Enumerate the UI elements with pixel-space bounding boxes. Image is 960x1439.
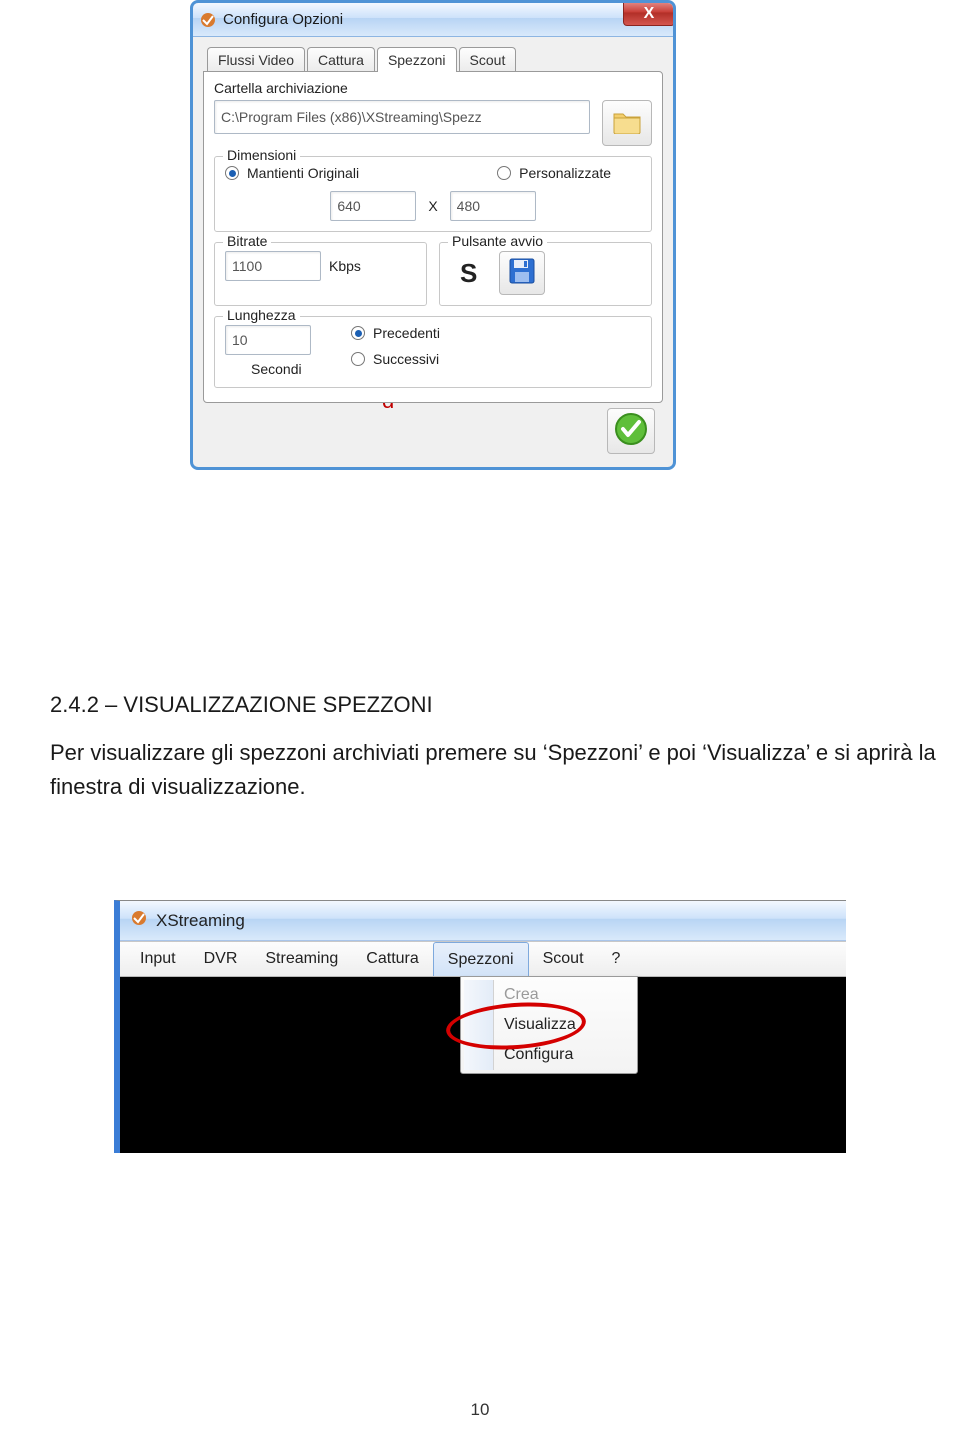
pulsante-avvio-fieldset: Pulsante avvio S: [439, 242, 652, 306]
tab-cattura[interactable]: Cattura: [307, 47, 375, 72]
radio-precedenti-label: Precedenti: [373, 325, 440, 341]
lunghezza-unit: Secondi: [251, 361, 311, 377]
tab-scout[interactable]: Scout: [459, 47, 517, 72]
content-area: Crea Visualizza Configura: [120, 977, 846, 1153]
xstreaming-window: XStreaming Input DVR Streaming Cattura S…: [114, 900, 846, 1153]
spezzoni-dropdown: Crea Visualizza Configura: [460, 976, 638, 1074]
pulsante-legend: Pulsante avvio: [448, 233, 547, 249]
xstreaming-titlebar: XStreaming: [120, 901, 846, 941]
archive-path-input[interactable]: [214, 100, 590, 134]
titlebar: Configura Opzioni X: [193, 3, 673, 37]
section-heading: 2.4.2 – VISUALIZZAZIONE SPEZZONI: [50, 692, 950, 718]
folder-icon: [612, 108, 642, 139]
app-icon: [130, 909, 148, 932]
ok-button[interactable]: [607, 408, 655, 454]
radio-precedenti[interactable]: [351, 326, 365, 340]
radio-successivi[interactable]: [351, 352, 365, 366]
lunghezza-fieldset: Lunghezza Secondi Precedenti: [214, 316, 652, 388]
xstreaming-title: XStreaming: [156, 911, 245, 931]
radio-mantieni-label: Mantienti Originali: [247, 165, 359, 181]
dimensioni-legend: Dimensioni: [223, 147, 300, 163]
bitrate-input[interactable]: [225, 251, 321, 281]
menu-spezzoni[interactable]: Spezzoni: [433, 942, 529, 976]
radio-mantieni-originali[interactable]: [225, 166, 239, 180]
menu-input[interactable]: Input: [126, 942, 190, 976]
page-number: 10: [0, 1400, 960, 1420]
section-2-4-2: 2.4.2 – VISUALIZZAZIONE SPEZZONI Per vis…: [50, 692, 950, 804]
menubar: Input DVR Streaming Cattura Spezzoni Sco…: [120, 941, 846, 977]
menu-streaming[interactable]: Streaming: [251, 942, 352, 976]
app-icon: [199, 11, 217, 29]
close-button[interactable]: X: [623, 2, 675, 26]
bitrate-fieldset: Bitrate Kbps: [214, 242, 427, 306]
browse-folder-button[interactable]: [602, 100, 652, 146]
tabs: Flussi Video Cattura Spezzoni Scout: [203, 47, 663, 72]
lunghezza-legend: Lunghezza: [223, 307, 300, 323]
configura-opzioni-figure: Configura Opzioni X Flussi Video Cattura…: [190, 0, 676, 470]
dropdown-configura[interactable]: Configura: [464, 1040, 634, 1070]
bitrate-unit: Kbps: [329, 258, 361, 274]
tab-pane-spezzoni: Cartella archiviazione Dimensioni: [203, 71, 663, 403]
menu-help[interactable]: ?: [598, 942, 635, 976]
checkmark-icon: [614, 412, 648, 451]
dialog-footer: [203, 403, 663, 459]
dialog-body: Flussi Video Cattura Spezzoni Scout Cart…: [193, 37, 673, 467]
menu-scout[interactable]: Scout: [529, 942, 598, 976]
width-input[interactable]: [330, 191, 416, 221]
radio-successivi-label: Successivi: [373, 351, 439, 367]
xstreaming-menu-figure: XStreaming Input DVR Streaming Cattura S…: [114, 900, 846, 1153]
dim-x-label: X: [428, 198, 437, 214]
dialog-window: Configura Opzioni X Flussi Video Cattura…: [190, 0, 676, 470]
section-paragraph: Per visualizzare gli spezzoni archiviati…: [50, 736, 950, 804]
save-button[interactable]: [499, 251, 545, 295]
dropdown-crea[interactable]: Crea: [464, 980, 634, 1010]
radio-personalizzate-label: Personalizzate: [519, 165, 611, 181]
radio-personalizzate[interactable]: [497, 166, 511, 180]
tab-spezzoni[interactable]: Spezzoni: [377, 47, 457, 72]
lunghezza-input[interactable]: [225, 325, 311, 355]
bitrate-legend: Bitrate: [223, 233, 271, 249]
height-input[interactable]: [450, 191, 536, 221]
dimensioni-fieldset: Dimensioni Mantienti Originali Personali…: [214, 156, 652, 232]
tab-flussi-video[interactable]: Flussi Video: [207, 47, 305, 72]
menu-dvr[interactable]: DVR: [190, 942, 252, 976]
close-icon: X: [644, 5, 655, 23]
dropdown-visualizza[interactable]: Visualizza: [464, 1010, 634, 1040]
start-key-label: S: [460, 258, 477, 289]
floppy-icon: [508, 257, 536, 290]
dialog-title: Configura Opzioni: [223, 11, 667, 28]
menu-cattura[interactable]: Cattura: [352, 942, 432, 976]
archive-label: Cartella archiviazione: [214, 80, 652, 96]
